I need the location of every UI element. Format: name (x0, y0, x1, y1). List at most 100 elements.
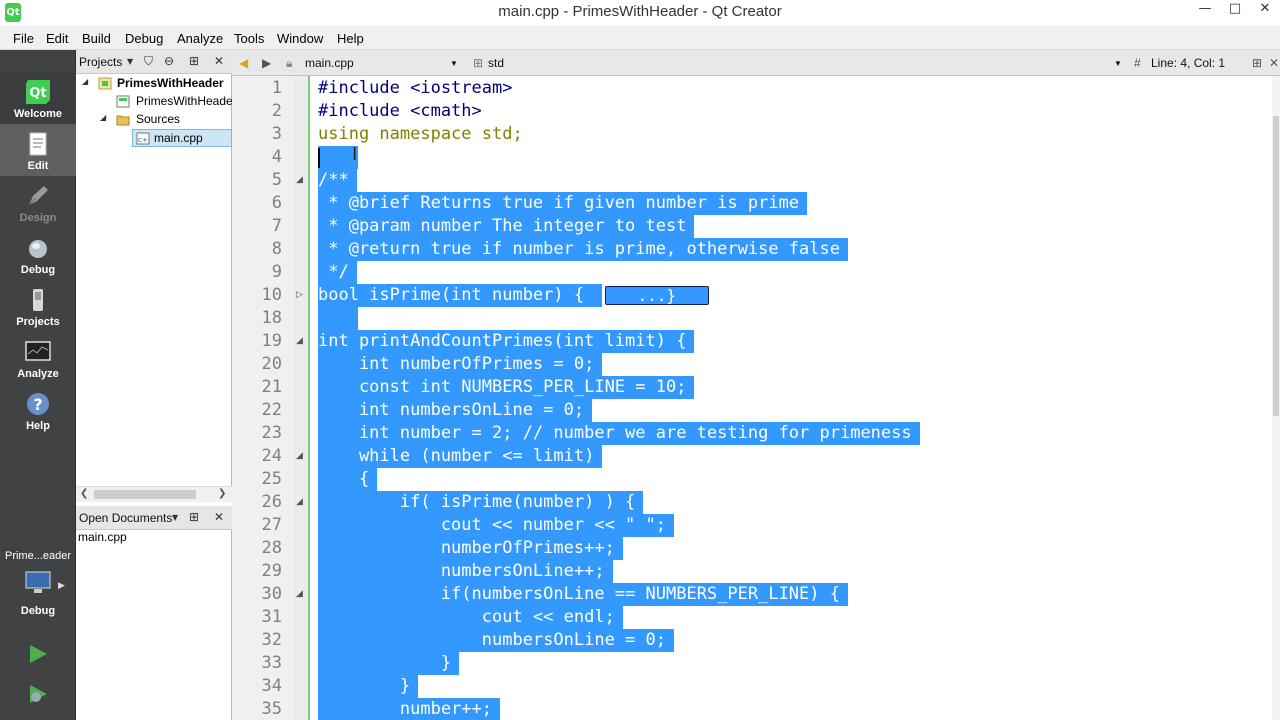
chevron-down-icon[interactable]: ▼ (127, 57, 133, 66)
code-line[interactable]: 18 (232, 307, 1272, 330)
code-line[interactable]: 28 numberOfPrimes++; (232, 537, 1272, 560)
symbol-selector[interactable]: std (488, 56, 504, 70)
menu-help[interactable]: Help (337, 31, 364, 46)
code-line[interactable]: 31 cout << endl; (232, 606, 1272, 629)
code-line[interactable]: 20 int numberOfPrimes = 0; (232, 353, 1272, 376)
code-line[interactable]: 7 * @param number The integer to test (232, 215, 1272, 238)
tree-item-project[interactable]: ◢ PrimesWithHeader (76, 75, 232, 93)
code-line[interactable]: 1 #include <iostream> (232, 77, 1272, 100)
code-line[interactable]: 24 ◢ while (number <= limit) (232, 445, 1272, 468)
scroll-left-icon[interactable]: ❮ (80, 488, 88, 499)
code-line[interactable]: 23 int number = 2; // number we are test… (232, 422, 1272, 445)
code-line[interactable]: 4 (232, 146, 1272, 169)
projects-horizontal-scrollbar[interactable]: ❮ ❯ (76, 486, 232, 502)
code-line[interactable]: 2 #include <cmath> (232, 100, 1272, 123)
split-icon[interactable]: ⊞ (189, 510, 199, 524)
forward-icon[interactable]: ▶ (262, 56, 271, 70)
folded-code-placeholder[interactable]: ...} (604, 286, 709, 305)
line-number: 27 (261, 515, 282, 535)
split-editor-icon[interactable]: ⊞ (1252, 56, 1262, 70)
menu-tools[interactable]: Tools (234, 31, 264, 46)
open-documents-view-selector[interactable]: Open Documents (79, 511, 172, 525)
scrollbar-thumb[interactable] (94, 490, 196, 499)
code-line[interactable]: 9 */ (232, 261, 1272, 284)
split-icon[interactable]: ⊞ (189, 54, 199, 68)
code-line[interactable]: 34 } (232, 675, 1272, 698)
scrollbar-thumb[interactable] (1273, 116, 1279, 416)
code-line[interactable]: 25 { (232, 468, 1272, 491)
code-text: while (number <= limit) (318, 445, 603, 468)
minimize-button[interactable]: — (1190, 0, 1220, 20)
expand-arrow-icon[interactable]: ◢ (82, 77, 88, 86)
chevron-down-icon[interactable]: ▼ (1114, 59, 1122, 68)
line-number: 34 (261, 676, 282, 696)
fold-collapse-icon[interactable]: ◢ (296, 497, 303, 507)
expand-arrow-icon[interactable]: ◢ (100, 113, 106, 122)
code-text: using namespace std; (318, 124, 523, 144)
mode-selector: Qt Welcome Edit Design Debug Projects An… (0, 50, 76, 720)
code-text: number++; (318, 698, 500, 720)
code-line[interactable]: 8 * @return true if number is prime, oth… (232, 238, 1272, 261)
code-line[interactable]: 30 ◢ if(numbersOnLine == NUMBERS_PER_LINE… (232, 583, 1272, 606)
mode-projects[interactable]: Projects (0, 280, 76, 332)
chevron-down-icon[interactable]: ▼ (172, 513, 178, 522)
tree-item-main-cpp[interactable]: c+ main.cpp (132, 129, 232, 147)
menu-file[interactable]: File (13, 31, 34, 46)
fold-collapse-icon[interactable]: ◢ (296, 589, 303, 599)
code-line[interactable]: 35 number++; (232, 698, 1272, 720)
menu-debug[interactable]: Debug (125, 31, 163, 46)
back-icon[interactable]: ◀ (239, 56, 248, 70)
menu-build[interactable]: Build (82, 31, 111, 46)
kit-selector[interactable]: ▶ Debug (0, 565, 76, 620)
run-button[interactable] (26, 642, 50, 666)
mode-welcome[interactable]: Qt Welcome (0, 72, 76, 124)
projects-view-selector[interactable]: Projects (79, 55, 122, 69)
tree-item-pro-file[interactable]: PrimesWithHeader (76, 93, 237, 111)
open-document-item[interactable]: main.cpp (78, 529, 228, 547)
fold-collapse-icon[interactable]: ◢ (296, 451, 303, 461)
code-line[interactable]: 27 cout << number << " "; (232, 514, 1272, 537)
editor-vertical-scrollbar[interactable] (1272, 76, 1280, 720)
fold-expand-icon[interactable]: ▷ (296, 290, 303, 300)
mode-design[interactable]: Design (0, 176, 76, 228)
filter-icon[interactable]: ⛉ (144, 54, 153, 69)
close-pane-icon[interactable]: ✕ (214, 510, 224, 524)
link-icon[interactable]: ⊖ (164, 54, 174, 68)
mode-debug[interactable]: Debug (0, 228, 76, 280)
code-text: { (318, 468, 378, 491)
mode-help[interactable]: ? Help (0, 384, 76, 436)
menu-window[interactable]: Window (277, 31, 323, 46)
tree-item-sources[interactable]: ◢ Sources (76, 111, 232, 129)
code-line[interactable]: 19 ◢ int printAndCountPrimes(int limit) { (232, 330, 1272, 353)
lock-icon: 🔒︎ (286, 56, 293, 70)
mode-edit[interactable]: Edit (0, 124, 76, 176)
code-line[interactable]: 32 numbersOnLine = 0; (232, 629, 1272, 652)
fold-collapse-icon[interactable]: ◢ (296, 336, 303, 346)
debug-run-button[interactable] (26, 682, 50, 706)
close-pane-icon[interactable]: ✕ (214, 54, 224, 68)
cursor-position[interactable]: Line: 4, Col: 1 (1151, 56, 1225, 70)
menu-edit[interactable]: Edit (46, 31, 68, 46)
kit-mode-label: Debug (20, 605, 56, 617)
maximize-button[interactable]: □ (1220, 0, 1250, 20)
scroll-right-icon[interactable]: ❯ (218, 488, 226, 499)
code-editor[interactable]: 1 #include <iostream> 2 #include <cmath> 3 us… (232, 76, 1280, 720)
mode-analyze[interactable]: Analyze (0, 332, 76, 384)
code-line[interactable]: 33 } (232, 652, 1272, 675)
kit-arrow-icon: ▶ (58, 581, 65, 591)
code-line[interactable]: 6 * @brief Returns true if given number … (232, 192, 1272, 215)
menu-analyze[interactable]: Analyze (177, 31, 223, 46)
document-selector[interactable]: main.cpp (305, 56, 354, 70)
close-editor-icon[interactable]: ✕ (1269, 56, 1279, 70)
code-line[interactable]: 21 const int NUMBERS_PER_LINE = 10; (232, 376, 1272, 399)
line-number: 7 (271, 216, 282, 236)
chevron-down-icon[interactable]: ▼ (450, 59, 458, 68)
code-line[interactable]: 26 ◢ if( isPrime(number) ) { (232, 491, 1272, 514)
fold-collapse-icon[interactable]: ◢ (296, 175, 303, 185)
code-line[interactable]: 22 int numbersOnLine = 0; (232, 399, 1272, 422)
code-line[interactable]: 29 numbersOnLine++; (232, 560, 1272, 583)
code-line[interactable]: 3 using namespace std; (232, 123, 1272, 146)
code-line[interactable]: 5 ◢ /** (232, 169, 1272, 192)
close-button[interactable]: ✕ (1250, 0, 1280, 20)
code-line[interactable]: 10 ▷ bool isPrime(int number) { ...} (232, 284, 1272, 307)
